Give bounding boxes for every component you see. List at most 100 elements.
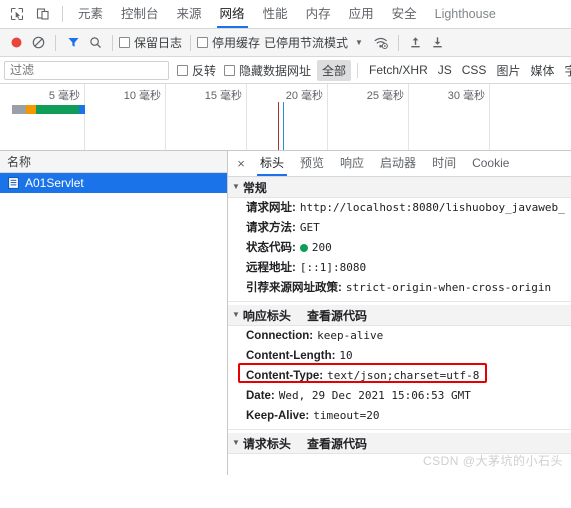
device-toolbar-icon[interactable]: [30, 1, 56, 27]
overview-request-bar: [0, 105, 85, 114]
section-response-headers-title: 响应标头: [242, 308, 291, 323]
tab-timing[interactable]: 时间: [424, 151, 464, 176]
toolbar-divider-2: [55, 34, 56, 51]
tab-network[interactable]: 网络: [211, 0, 254, 28]
overview-tick: 30 毫秒: [409, 84, 490, 150]
network-conditions-icon[interactable]: [370, 32, 392, 54]
header-key: 请求方法:: [246, 222, 296, 234]
header-row: 状态代码: 200: [228, 238, 571, 258]
section-general-title: 常规: [242, 180, 267, 195]
filter-icon[interactable]: [62, 32, 84, 54]
header-row: 引荐来源网址政策: strict-origin-when-cross-origi…: [228, 278, 571, 298]
type-filter-font[interactable]: 字体: [559, 60, 571, 81]
headers-content: ▼ 常规 请求网址: http://localhost:8080/lishuob…: [228, 177, 571, 475]
type-filter-css[interactable]: CSS: [457, 61, 492, 79]
table-row[interactable]: A01Servlet: [0, 173, 227, 193]
filter-input[interactable]: [4, 60, 169, 80]
header-value: http://localhost:8080/lishuoboy_javaweb_: [299, 201, 565, 214]
record-button[interactable]: [5, 32, 27, 54]
header-value: keep-alive: [317, 329, 384, 342]
header-value: timeout=20: [313, 409, 380, 422]
close-icon[interactable]: ×: [230, 153, 252, 175]
tab-sources[interactable]: 来源: [168, 0, 211, 28]
inspect-element-icon[interactable]: [4, 1, 30, 27]
tab-lighthouse[interactable]: Lighthouse: [426, 0, 505, 28]
import-har-icon[interactable]: [405, 32, 427, 54]
header-value: strict-origin-when-cross-origin: [345, 281, 552, 294]
bar-segment-stalled: [12, 105, 26, 114]
type-filter-media[interactable]: 媒体: [525, 60, 559, 81]
header-value: [::1]:8080: [299, 261, 367, 274]
filter-divider: [357, 62, 359, 78]
hide-data-urls-checkbox[interactable]: 隐藏数据网址: [224, 62, 311, 79]
type-filter-all[interactable]: 全部: [317, 59, 352, 81]
throttling-select[interactable]: 已停用节流模式: [264, 34, 348, 51]
tab-cookies[interactable]: Cookie: [464, 151, 517, 176]
disable-cache-label: 停用缓存: [212, 36, 261, 50]
tab-console[interactable]: 控制台: [112, 0, 168, 28]
request-list-header: 名称: [0, 151, 227, 173]
devtools-panel-tabbar: 元素 控制台 来源 网络 性能 内存 应用 安全 Lighthouse: [0, 0, 571, 29]
tab-security[interactable]: 安全: [383, 0, 426, 28]
section-divider: [228, 429, 571, 430]
tab-elements[interactable]: 元素: [69, 0, 112, 28]
header-key: 请求网址:: [246, 202, 296, 214]
invert-checkbox[interactable]: 反转: [177, 62, 216, 79]
header-key: Content-Length:: [246, 350, 336, 362]
section-request-headers-header[interactable]: ▼ 请求标头 查看源代码: [228, 433, 571, 454]
view-source-link[interactable]: 查看源代码: [307, 435, 367, 452]
section-request-headers-title: 请求标头: [242, 436, 291, 451]
network-overview[interactable]: 5 毫秒 10 毫秒 15 毫秒 20 毫秒 25 毫秒 30 毫秒: [0, 84, 571, 151]
overview-tick: [490, 84, 571, 150]
tab-memory[interactable]: 内存: [297, 0, 340, 28]
clear-button[interactable]: [27, 32, 49, 54]
bar-segment-waiting: [36, 105, 79, 114]
header-key: Date:: [246, 390, 275, 402]
tab-response[interactable]: 响应: [332, 151, 372, 176]
overview-tick: 10 毫秒: [85, 84, 166, 150]
section-divider: [228, 301, 571, 302]
export-har-icon[interactable]: [427, 32, 449, 54]
network-filter-row: 反转 隐藏数据网址 全部 Fetch/XHR JS CSS 图片 媒体 字体: [0, 57, 571, 84]
request-detail-pane: × 标头 预览 响应 启动器 时间 Cookie ▼ 常规 请求网址: http…: [228, 151, 571, 475]
header-value: 200: [299, 240, 332, 256]
overview-tick: 25 毫秒: [328, 84, 409, 150]
tab-headers[interactable]: 标头: [252, 151, 292, 176]
search-icon[interactable]: [84, 32, 106, 54]
type-filter-js[interactable]: JS: [433, 61, 457, 79]
overview-tick-label: 5 毫秒: [48, 90, 80, 102]
disable-cache-checkbox[interactable]: 停用缓存: [197, 34, 260, 51]
watermark: CSDN @大茅坑的小石头: [422, 454, 563, 468]
section-general-header[interactable]: ▼ 常规: [228, 177, 571, 198]
network-body: 名称 A01Servlet × 标头 预览 响应 启动器 时间 Cookie ▼…: [0, 151, 571, 475]
type-filter-fetch-xhr[interactable]: Fetch/XHR: [364, 61, 433, 79]
header-row: 远程地址: [::1]:8080: [228, 258, 571, 278]
header-key: Connection:: [246, 330, 314, 342]
header-key: 引荐来源网址政策:: [246, 282, 342, 294]
overview-tick: 20 毫秒: [247, 84, 328, 150]
view-source-link[interactable]: 查看源代码: [307, 307, 367, 324]
tab-preview[interactable]: 预览: [292, 151, 332, 176]
chevron-down-icon[interactable]: ▼: [348, 38, 370, 47]
dom-content-loaded-line: [278, 102, 279, 150]
header-value: text/json;charset=utf-8: [327, 369, 480, 382]
bar-segment-queue: [0, 105, 12, 114]
tab-performance[interactable]: 性能: [254, 0, 297, 28]
status-code: 200: [311, 241, 332, 254]
tab-initiator[interactable]: 启动器: [372, 151, 424, 176]
header-key: 状态代码:: [246, 242, 296, 254]
checkbox-box: [177, 64, 188, 76]
toolbar-divider-4: [190, 34, 192, 51]
header-key: 远程地址:: [246, 262, 296, 274]
document-icon: [7, 177, 19, 190]
section-response-headers-header[interactable]: ▼ 响应标头 查看源代码: [228, 305, 571, 326]
header-value: GET: [299, 221, 320, 234]
overview-tick: 15 毫秒: [166, 84, 247, 150]
header-value: 10: [339, 349, 353, 362]
overview-tick-label: 10 毫秒: [123, 90, 161, 102]
triangle-down-icon: ▼: [232, 182, 240, 191]
preserve-log-checkbox[interactable]: 保留日志: [119, 34, 182, 51]
type-filter-img[interactable]: 图片: [491, 60, 525, 81]
header-row: 请求方法: GET: [228, 218, 571, 238]
tab-application[interactable]: 应用: [340, 0, 383, 28]
